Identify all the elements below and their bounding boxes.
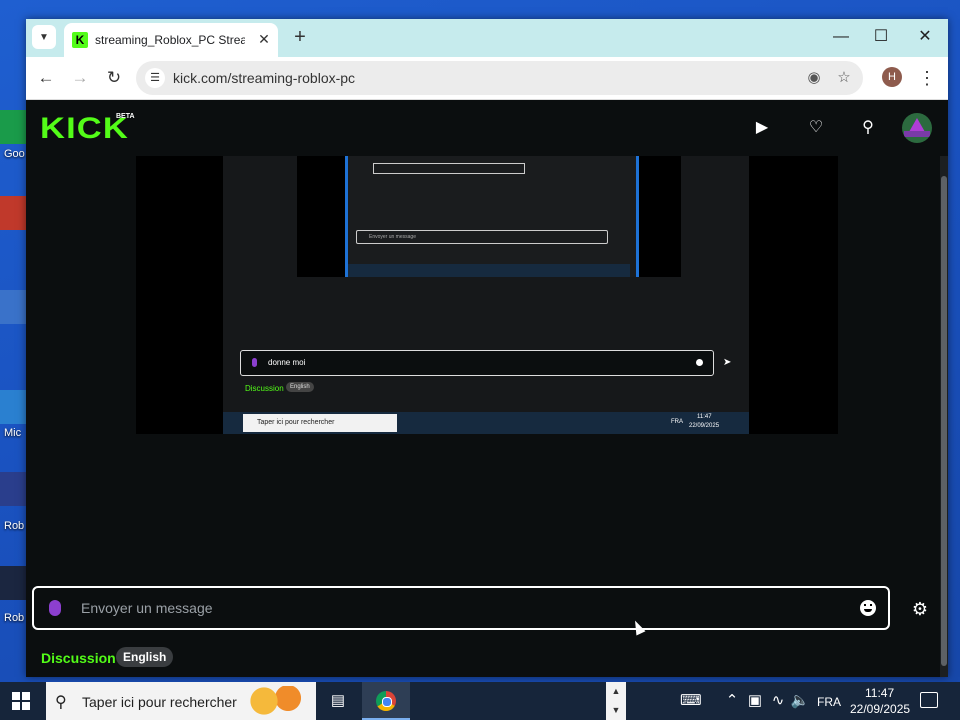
network-icon[interactable]: ∿ — [768, 691, 788, 711]
chevron-down-icon: ▼ — [39, 31, 49, 43]
profile-avatar[interactable]: H — [882, 67, 902, 87]
emoji-picker-icon[interactable] — [860, 600, 876, 616]
url-text[interactable]: kick.com/streaming-roblox-pc — [173, 70, 355, 86]
search-highlight-icon — [246, 686, 306, 716]
keyboard-icon[interactable]: ⌨ — [680, 691, 702, 711]
nested-stream-preview: Envoyer un message — [297, 156, 681, 277]
new-tab-button[interactable]: + — [290, 27, 310, 47]
stream-frame: Envoyer un message donne moi ➤ Discussio… — [223, 156, 749, 434]
microphone-icon[interactable] — [49, 600, 61, 616]
taskbar-chrome-button[interactable] — [362, 682, 410, 720]
stream-mic-icon — [252, 358, 257, 367]
tab-title: streaming_Roblox_PC Stream - — [95, 33, 245, 47]
language-badge[interactable]: English — [116, 647, 174, 667]
desktop-icon-edge[interactable] — [0, 390, 26, 424]
site-settings-icon[interactable]: ☰ — [145, 68, 165, 88]
kick-page: KICK BETA ▶ ♡ ⚲ Envoyer un message donne… — [26, 100, 948, 677]
search-icon: ⚲ — [55, 694, 67, 711]
browser-toolbar: ← → ↻ ☰ kick.com/streaming-roblox-pc ◉ ☆… — [26, 57, 948, 100]
nested-chat-placeholder: Envoyer un message — [369, 234, 416, 240]
language-indicator[interactable]: FRA — [817, 695, 841, 709]
close-tab-icon[interactable]: ✕ — [256, 31, 272, 47]
stream-typed-message: donne moi — [268, 358, 306, 367]
scrollbar-thumb[interactable] — [941, 176, 947, 666]
discussion-label: Discussion — [41, 650, 116, 666]
bookmark-star-icon[interactable]: ☆ — [834, 68, 854, 88]
tab-search-button[interactable]: ▼ — [32, 25, 56, 49]
kick-favicon-icon: K — [72, 32, 88, 48]
chrome-icon — [376, 691, 396, 711]
stream-tray-lang: FRA — [671, 419, 683, 425]
desktop-icon-app[interactable] — [0, 290, 26, 324]
user-avatar[interactable] — [902, 113, 932, 143]
beta-badge: BETA — [116, 113, 135, 120]
stream-taskbar-search: Taper ici pour rechercher — [243, 414, 397, 432]
minimize-button[interactable]: — — [826, 25, 856, 49]
video-player[interactable]: Envoyer un message donne moi ➤ Discussio… — [136, 156, 838, 434]
stream-taskbar: Taper ici pour rechercher FRA 11:47 22/0… — [223, 412, 749, 434]
close-window-button[interactable]: ✕ — [910, 25, 940, 49]
stream-tray-time: 11:47 — [697, 414, 712, 420]
browse-icon[interactable]: ▶ — [752, 118, 772, 138]
taskbar-search-placeholder: Taper ici pour rechercher — [82, 694, 237, 710]
desktop-label: Goo — [4, 148, 25, 160]
stream-discussion-label: Discussion — [245, 384, 284, 393]
following-heart-icon[interactable]: ♡ — [806, 118, 826, 138]
desktop-label: Mic — [4, 427, 22, 439]
stream-chat-input: donne moi — [240, 350, 714, 376]
volume-icon[interactable]: 🔈 — [790, 691, 810, 711]
kick-header: KICK BETA ▶ ♡ ⚲ — [26, 100, 948, 156]
nested-screen: Envoyer un message — [345, 156, 639, 277]
chat-message-input[interactable]: Envoyer un message — [32, 586, 890, 630]
maximize-button[interactable]: ☐ — [866, 25, 896, 49]
chat-placeholder: Envoyer un message — [81, 600, 213, 616]
reload-button[interactable]: ↻ — [102, 66, 126, 90]
page-scrollbar[interactable] — [940, 156, 948, 677]
meet-now-icon[interactable]: ▣ — [745, 691, 765, 711]
forward-button[interactable]: → — [68, 66, 92, 90]
show-hidden-icons-chevron-up-icon[interactable]: ⌃ — [722, 691, 742, 711]
desktop-label: Rob — [4, 612, 25, 624]
stream-send-icon: ➤ — [723, 357, 732, 368]
chat-settings-gear-icon[interactable]: ⚙ — [910, 599, 930, 619]
task-view-icon[interactable]: ▤ — [328, 691, 348, 711]
eye-off-icon[interactable]: ◉ — [804, 68, 824, 88]
search-icon[interactable]: ⚲ — [858, 118, 878, 138]
more-menu-icon[interactable]: ⋮ — [918, 66, 936, 90]
desktop-icon-chrome[interactable] — [0, 110, 26, 144]
stream-language-badge: English — [286, 382, 314, 392]
taskbar-search-box[interactable]: ⚲ Taper ici pour rechercher — [46, 682, 316, 720]
desktop-icon-roblox-studio[interactable] — [0, 566, 26, 600]
desktop-icon-app[interactable] — [0, 196, 26, 230]
stream-emoji-icon — [696, 359, 703, 366]
notification-center-icon[interactable] — [920, 692, 938, 708]
windows-start-icon[interactable] — [12, 692, 30, 710]
taskbar-scroll-arrows[interactable]: ▲ ▼ — [606, 682, 626, 720]
active-tab[interactable]: K streaming_Roblox_PC Stream - ✕ — [64, 23, 278, 57]
windows-taskbar: ⚲ Taper ici pour rechercher ▤ ▲ ▼ ⌨ ⌃ ▣ ∿… — [0, 682, 960, 720]
address-bar[interactable]: ☰ kick.com/streaming-roblox-pc ◉ ☆ — [136, 61, 863, 95]
stream-tray-date: 22/09/2025 — [689, 423, 720, 429]
clock-date[interactable]: 22/09/2025 — [850, 702, 910, 716]
desktop-icon-roblox[interactable] — [0, 472, 26, 506]
browser-window: ▼ K streaming_Roblox_PC Stream - ✕ + — ☐… — [26, 19, 948, 677]
clock-time[interactable]: 11:47 — [865, 686, 894, 700]
back-button[interactable]: ← — [34, 66, 58, 90]
tab-strip: ▼ K streaming_Roblox_PC Stream - ✕ + — ☐… — [26, 19, 948, 57]
desktop-label: Rob — [4, 520, 25, 532]
